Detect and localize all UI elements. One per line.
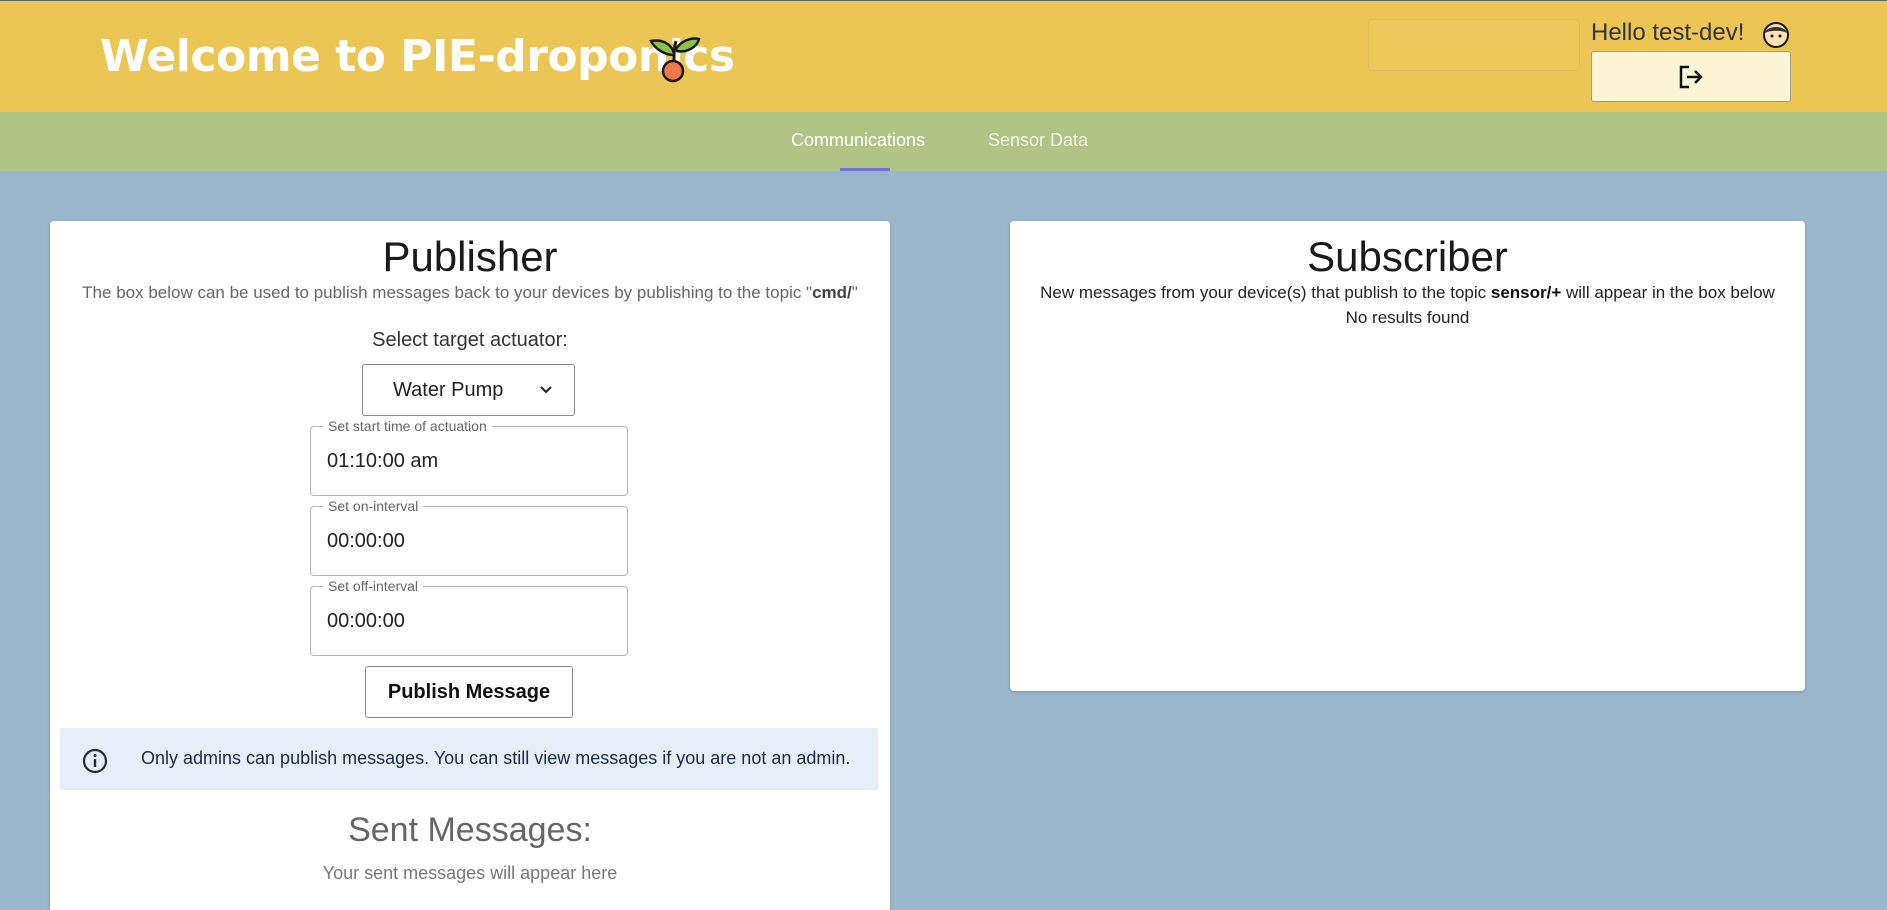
active-tab-indicator (840, 168, 890, 171)
publisher-card: Publisher The box below can be used to p… (50, 221, 890, 910)
admin-info-text: Only admins can publish messages. You ca… (141, 748, 851, 768)
select-actuator-label: Select target actuator: (372, 329, 568, 351)
publisher-topic: cmd/ (812, 283, 852, 302)
page-title: Welcome to PIE-droponics (100, 31, 735, 82)
actuator-select[interactable]: Water Pump (362, 364, 575, 416)
app-header: Welcome to PIE-droponics Hello test-dev! (0, 0, 1887, 112)
subscriber-topic: sensor/+ (1490, 283, 1562, 302)
off-interval-label: Set off-interval (323, 578, 424, 594)
publisher-description: The box below can be used to publish mes… (82, 283, 858, 302)
sent-messages-heading: Sent Messages: (348, 811, 592, 849)
sprout-icon (649, 37, 701, 83)
tab-bar: Communications Sensor Data (0, 112, 1887, 171)
admin-info-alert: Only admins can publish messages. You ca… (60, 728, 878, 790)
publish-message-button[interactable]: Publish Message (365, 666, 573, 718)
user-greeting: Hello test-dev! (1591, 19, 1745, 46)
info-icon (82, 748, 108, 774)
tab-communications[interactable]: Communications (791, 130, 925, 151)
start-time-label: Set start time of actuation (323, 418, 492, 434)
actuator-select-value: Water Pump (393, 379, 504, 401)
subscriber-description: New messages from your device(s) that pu… (1040, 283, 1775, 302)
start-time-field: Set start time of actuation (310, 418, 628, 496)
subscriber-heading: Subscriber (1307, 233, 1508, 280)
off-interval-field: Set off-interval (310, 578, 628, 656)
start-time-input[interactable] (327, 450, 607, 473)
off-interval-input[interactable] (327, 610, 607, 633)
on-interval-field: Set on-interval (310, 498, 628, 576)
on-interval-label: Set on-interval (323, 498, 424, 514)
avatar-icon (1763, 22, 1789, 48)
no-results-text: No results found (1345, 308, 1470, 327)
logout-icon (1679, 65, 1703, 88)
sent-messages-empty: Your sent messages will appear here (322, 863, 618, 883)
publisher-heading: Publisher (382, 233, 558, 280)
faded-notification (1368, 19, 1580, 71)
logout-button[interactable] (1591, 51, 1791, 102)
tab-sensor-data[interactable]: Sensor Data (988, 130, 1088, 151)
subscriber-card: Subscriber New messages from your device… (1010, 221, 1805, 691)
on-interval-input[interactable] (327, 530, 607, 553)
chevron-down-icon (540, 386, 552, 394)
